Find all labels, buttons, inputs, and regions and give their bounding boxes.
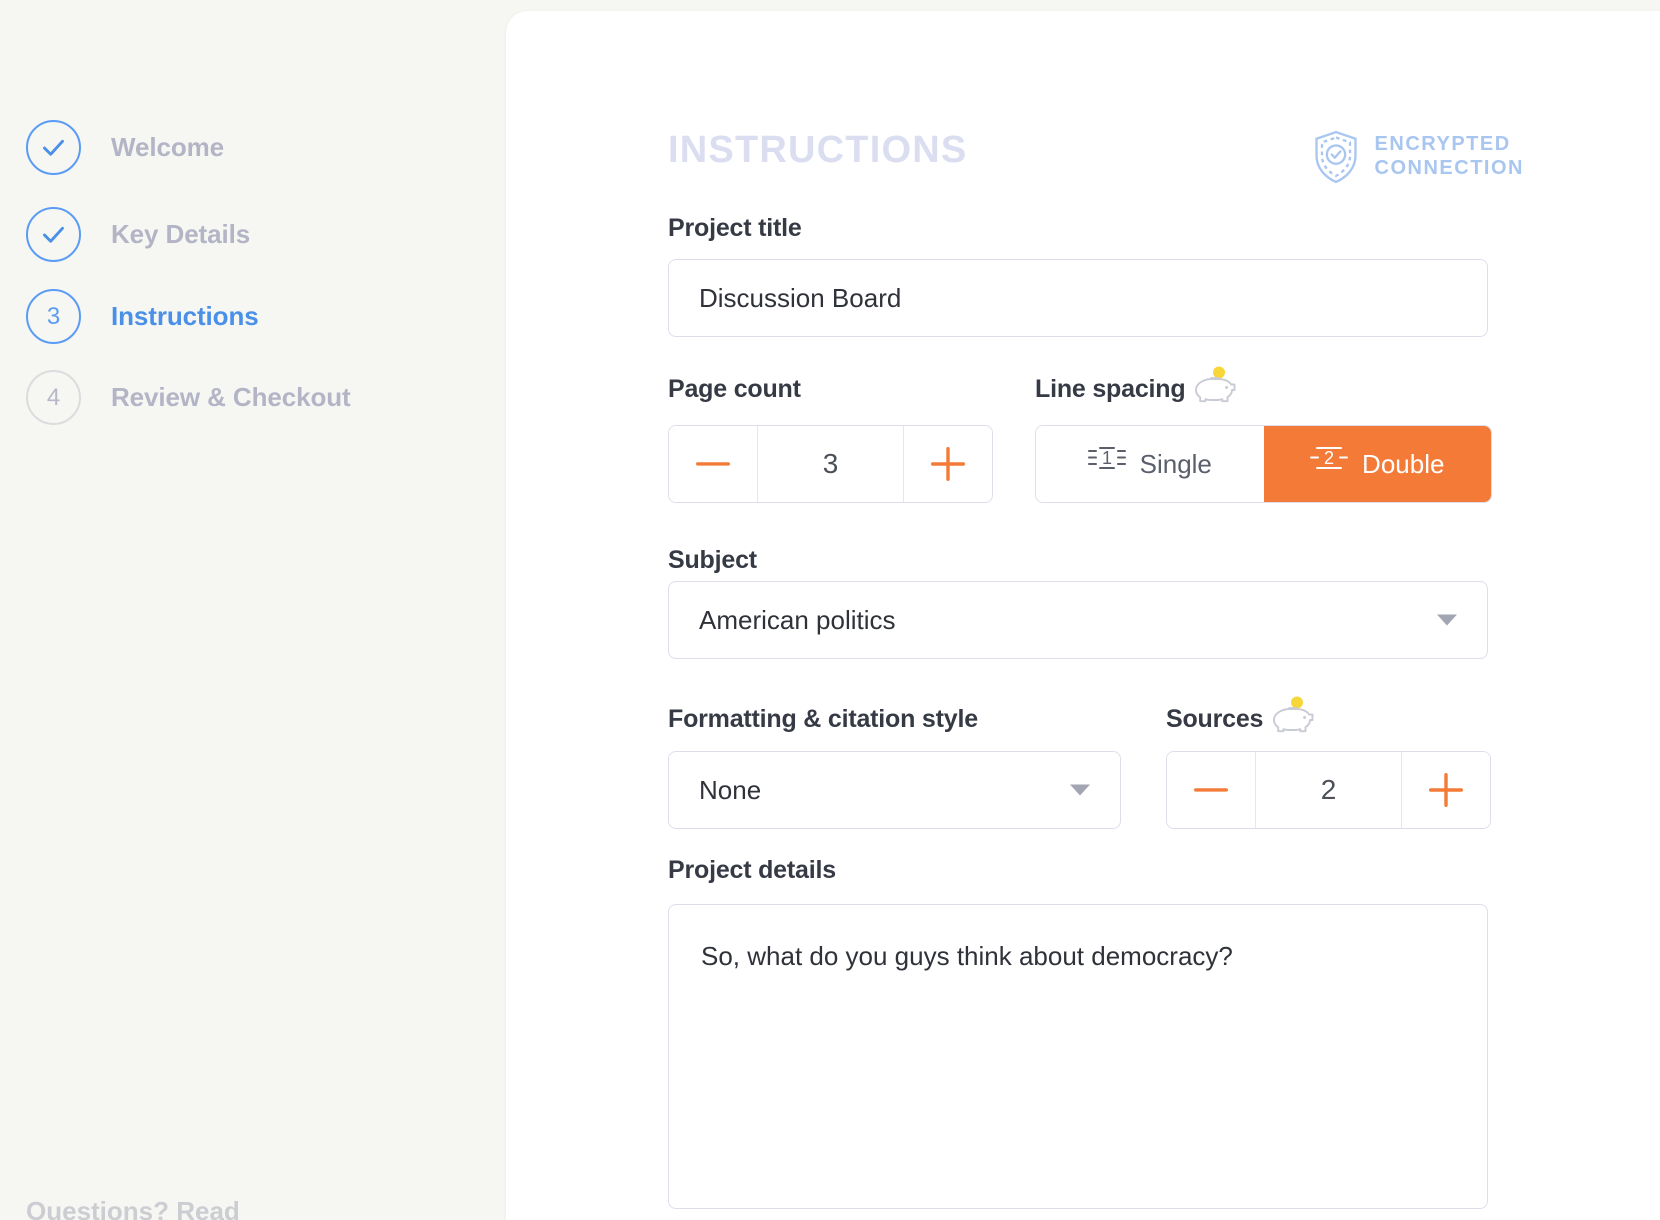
sources-value[interactable]: 2 — [1255, 752, 1402, 828]
sidebar-step-label-welcome: Welcome — [111, 132, 224, 163]
spacing-double-icon: 2 — [1310, 446, 1348, 483]
line-spacing-option-single[interactable]: 1 Single — [1036, 426, 1264, 502]
sources-stepper: 2 — [1166, 751, 1491, 829]
plus-icon — [931, 447, 965, 481]
sources-label-row: Sources — [1166, 705, 1315, 734]
svg-text:1: 1 — [1102, 448, 1112, 468]
sidebar-footer-text[interactable]: Questions? Read — [26, 1196, 240, 1220]
sources-label: Sources — [1166, 705, 1263, 734]
instructions-panel: INSTRUCTIONS ENCRYPTED CONNECTION Projec… — [506, 11, 1660, 1220]
sidebar-step-welcome[interactable]: Welcome — [26, 120, 224, 175]
shield-check-icon — [1311, 129, 1361, 185]
piggy-bank-icon — [1271, 705, 1315, 734]
sidebar-step-label-key-details: Key Details — [111, 219, 250, 250]
page-count-decrement-button[interactable] — [669, 426, 757, 502]
line-spacing-option-double[interactable]: 2 Double — [1264, 426, 1492, 502]
step-marker-key-details — [26, 207, 81, 262]
formatting-style-label: Formatting & citation style — [668, 705, 978, 734]
sidebar-step-label-instructions: Instructions — [111, 301, 259, 332]
chevron-down-icon — [1437, 615, 1457, 626]
encrypted-badge-line2: CONNECTION — [1375, 157, 1524, 181]
sources-decrement-button[interactable] — [1167, 752, 1255, 828]
formatting-style-value: None — [699, 775, 761, 806]
check-icon — [40, 221, 67, 248]
subject-value: American politics — [699, 605, 896, 636]
page-count-label: Page count — [668, 375, 801, 404]
minus-icon — [696, 460, 730, 468]
page-count-value[interactable]: 3 — [757, 426, 904, 502]
step-marker-welcome — [26, 120, 81, 175]
step-marker-instructions: 3 — [26, 289, 81, 344]
project-title-input[interactable] — [668, 259, 1488, 337]
chevron-down-icon — [1070, 785, 1090, 796]
sources-increment-button[interactable] — [1402, 752, 1490, 828]
line-spacing-option-double-label: Double — [1362, 449, 1444, 480]
sidebar-step-review-checkout[interactable]: 4 Review & Checkout — [26, 370, 351, 425]
page-count-stepper: 3 — [668, 425, 993, 503]
progress-sidebar: Welcome Key Details 3 Instructions 4 Rev… — [0, 0, 506, 1220]
encrypted-badge-line1: ENCRYPTED — [1375, 133, 1524, 157]
line-spacing-label: Line spacing — [1035, 375, 1185, 404]
project-details-textarea[interactable] — [668, 904, 1488, 1209]
check-icon — [40, 134, 67, 161]
step-marker-review-checkout: 4 — [26, 370, 81, 425]
sidebar-step-instructions[interactable]: 3 Instructions — [26, 289, 259, 344]
step-number-3: 3 — [47, 305, 60, 329]
formatting-style-select[interactable]: None — [668, 751, 1121, 829]
subject-select[interactable]: American politics — [668, 581, 1488, 659]
line-spacing-option-single-label: Single — [1140, 449, 1212, 480]
encrypted-badge-text: ENCRYPTED CONNECTION — [1375, 133, 1524, 180]
svg-text:2: 2 — [1324, 448, 1334, 468]
sidebar-step-label-review-checkout: Review & Checkout — [111, 382, 351, 413]
project-details-label: Project details — [668, 856, 836, 885]
subject-label: Subject — [668, 546, 757, 575]
page-title: INSTRUCTIONS — [668, 129, 967, 172]
plus-icon — [1429, 773, 1463, 807]
sidebar-step-key-details[interactable]: Key Details — [26, 207, 250, 262]
page-count-increment-button[interactable] — [904, 426, 992, 502]
piggy-bank-icon — [1193, 375, 1237, 404]
line-spacing-label-row: Line spacing — [1035, 375, 1237, 404]
project-title-label: Project title — [668, 214, 802, 243]
minus-icon — [1194, 786, 1228, 794]
word-count-text: 900 words — [779, 508, 882, 529]
step-number-4: 4 — [47, 386, 60, 410]
encrypted-connection-badge: ENCRYPTED CONNECTION — [1311, 129, 1524, 185]
spacing-single-icon: 1 — [1088, 446, 1126, 483]
